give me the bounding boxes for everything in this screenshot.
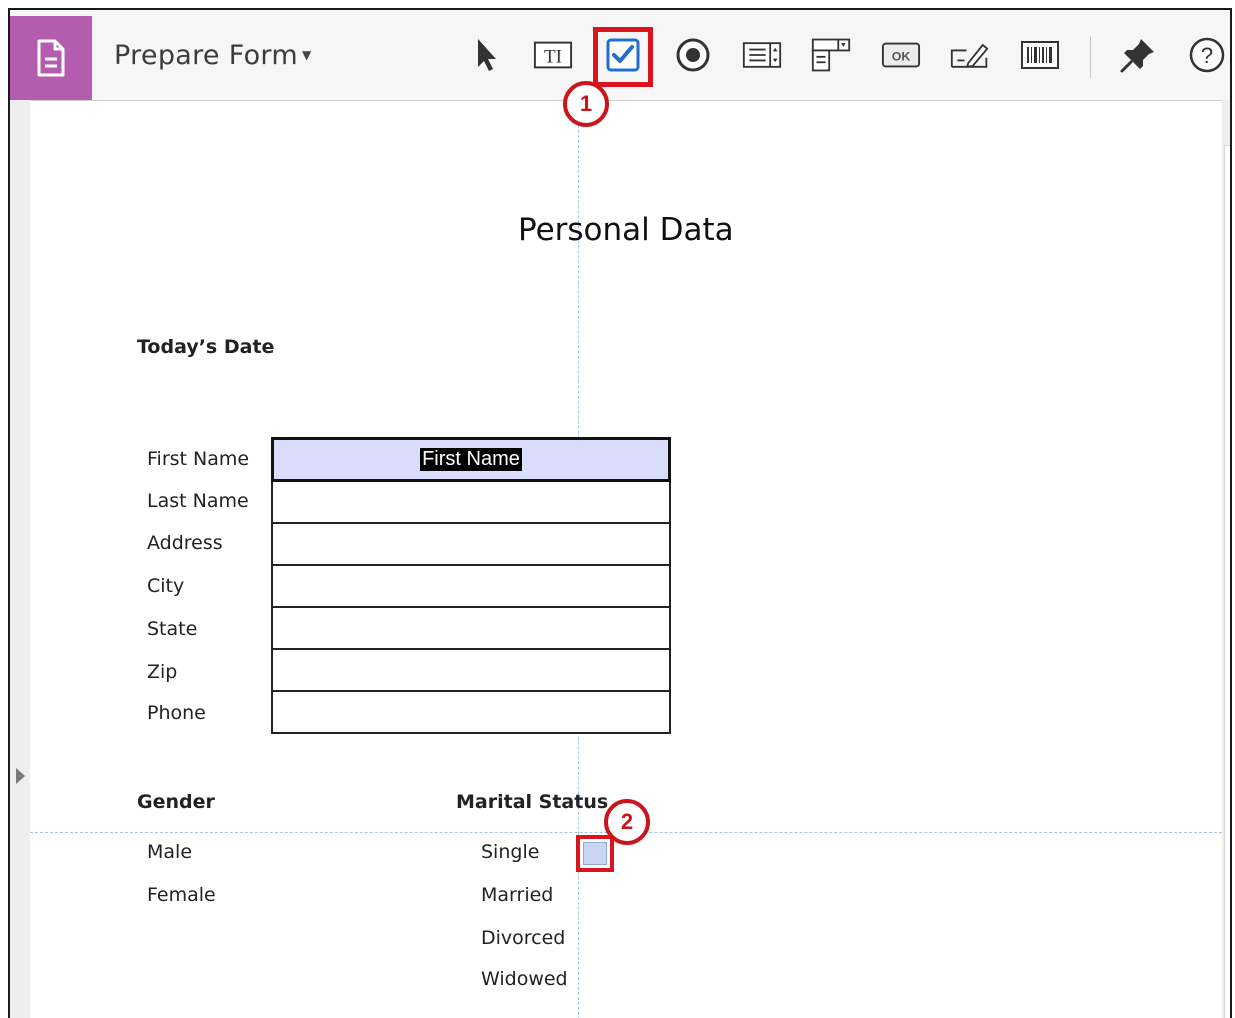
button-tool-button[interactable]: OK: [881, 35, 921, 75]
pin-tool-button[interactable]: [1118, 35, 1158, 75]
marital-option-married: Married: [481, 884, 554, 906]
app-window: Prepare Form ▼ TI OK ? Personal Data Tod…: [8, 8, 1232, 1018]
signature-icon: [950, 44, 989, 68]
marital-option-divorced: Divorced: [481, 927, 566, 949]
gender-option-female: Female: [147, 884, 216, 906]
radio-button-icon: [676, 38, 710, 72]
checkbox-tool-highlight: [593, 27, 653, 87]
barcode-icon: [1021, 41, 1059, 69]
address-label: Address: [147, 532, 223, 554]
callout-2: 2: [604, 799, 650, 845]
zip-field[interactable]: [273, 650, 669, 692]
personal-info-fields: First Name: [271, 437, 671, 734]
arrow-pointer-icon: [478, 39, 496, 71]
svg-text:TI: TI: [544, 47, 562, 68]
callout-1: 1: [563, 81, 609, 127]
phone-field[interactable]: [273, 692, 669, 734]
city-label: City: [147, 575, 185, 597]
zip-label: Zip: [147, 661, 178, 683]
text-field-icon: TI: [533, 41, 573, 69]
toolbar-separator: [1090, 36, 1091, 78]
first-name-label: First Name: [147, 448, 250, 470]
prepare-form-badge[interactable]: [10, 16, 92, 100]
list-box-icon: [742, 42, 782, 68]
document-title: Personal Data: [518, 212, 734, 248]
marital-status-label: Marital Status: [456, 791, 609, 813]
state-label: State: [147, 618, 198, 640]
gender-option-male: Male: [147, 841, 193, 863]
last-name-label: Last Name: [147, 490, 249, 512]
pin-icon: [1120, 39, 1154, 73]
help-icon: ?: [1189, 37, 1225, 73]
dropdown-icon: [811, 38, 851, 72]
expand-panel-arrow-icon[interactable]: [16, 768, 25, 784]
first-name-field-text: First Name: [420, 448, 522, 471]
marital-option-widowed: Widowed: [481, 968, 568, 990]
state-field[interactable]: [273, 608, 669, 650]
toolbar: Prepare Form ▼ TI OK ?: [10, 10, 1230, 101]
gender-label: Gender: [137, 791, 215, 813]
address-field[interactable]: [273, 524, 669, 566]
single-checkbox-field[interactable]: [576, 835, 614, 872]
first-name-field[interactable]: First Name: [271, 437, 671, 482]
select-tool-button[interactable]: [466, 35, 506, 75]
last-name-field[interactable]: [273, 482, 669, 524]
help-label: ?: [1201, 43, 1213, 68]
barcode-tool-button[interactable]: [1020, 35, 1060, 75]
signature-tool-button[interactable]: [950, 35, 990, 75]
help-button[interactable]: ?: [1187, 35, 1227, 75]
phone-label: Phone: [147, 702, 206, 724]
todays-date-label: Today’s Date: [137, 336, 275, 358]
button-icon: OK: [881, 42, 921, 68]
button-tool-label: OK: [892, 50, 911, 64]
dropdown-tool-button[interactable]: [811, 35, 851, 75]
list-box-tool-button[interactable]: [742, 35, 782, 75]
chevron-down-icon: ▼: [301, 48, 312, 62]
text-field-tool-button[interactable]: TI: [533, 35, 573, 75]
left-pane-gutter: [10, 100, 30, 1018]
scrollbar-thumb[interactable]: [1224, 145, 1230, 1018]
app-title-label: Prepare Form: [114, 40, 298, 71]
marital-option-single: Single: [481, 841, 540, 863]
city-field[interactable]: [273, 566, 669, 608]
radio-button-tool-button[interactable]: [673, 35, 713, 75]
form-document-icon: [37, 39, 65, 77]
checkbox-field-fill: [583, 842, 607, 865]
prepare-form-menu[interactable]: Prepare Form ▼: [114, 40, 311, 71]
